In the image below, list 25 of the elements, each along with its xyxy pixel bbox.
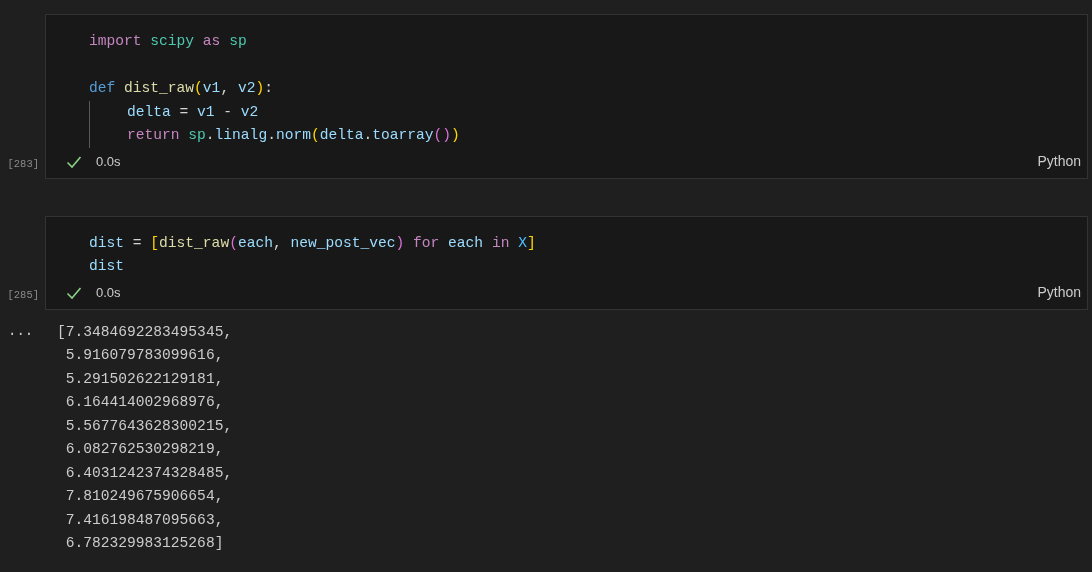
code-line: return sp.linalg.norm(delta.toarray()): [127, 126, 460, 145]
output-line: [7.3484692283495345,: [57, 322, 233, 342]
execution-time: 0.0s: [96, 152, 121, 171]
output-line: 6.4031242374328485,: [64, 463, 233, 483]
code-line: def dist_raw(v1, v2):: [89, 79, 273, 98]
execution-count: [283]: [7, 156, 39, 172]
code-cell[interactable]: dist = [dist_raw(each, new_post_vec) for each in X] dist 0.0s Python: [45, 215, 1088, 310]
output-line: 5.291502622129181,: [64, 369, 225, 389]
output-line: 6.082762530298219,: [64, 440, 225, 459]
output-line: 5.5677643628300215,: [64, 416, 233, 436]
output-line: 6.782329983125268]: [64, 534, 225, 553]
language-label[interactable]: Python: [1037, 282, 1081, 303]
output-menu[interactable]: ···: [8, 325, 34, 342]
output-line: 7.810249675906654,: [64, 487, 225, 506]
language-label[interactable]: Python: [1037, 151, 1081, 172]
output-line: 7.416198487095663,: [64, 510, 225, 530]
code-cell[interactable]: import scipy as sp def dist_raw(v1, v2): delta = v1 - v2 return sp.linalg.norm(delta.toarray()) 0.0s Python: [45, 14, 1088, 179]
output-line: 5.916079783099616,: [64, 346, 225, 365]
code-line: delta = v1 - v2: [127, 102, 259, 122]
execution-count: [285]: [7, 287, 39, 303]
code-line: dist = [dist_raw(each, new_post_vec) for each in X]: [89, 233, 536, 253]
code-line: import scipy as sp: [89, 32, 247, 51]
execution-time: 0.0s: [96, 283, 121, 302]
output-line: 6.164414002968976,: [64, 393, 225, 412]
code-line: dist: [89, 257, 125, 276]
